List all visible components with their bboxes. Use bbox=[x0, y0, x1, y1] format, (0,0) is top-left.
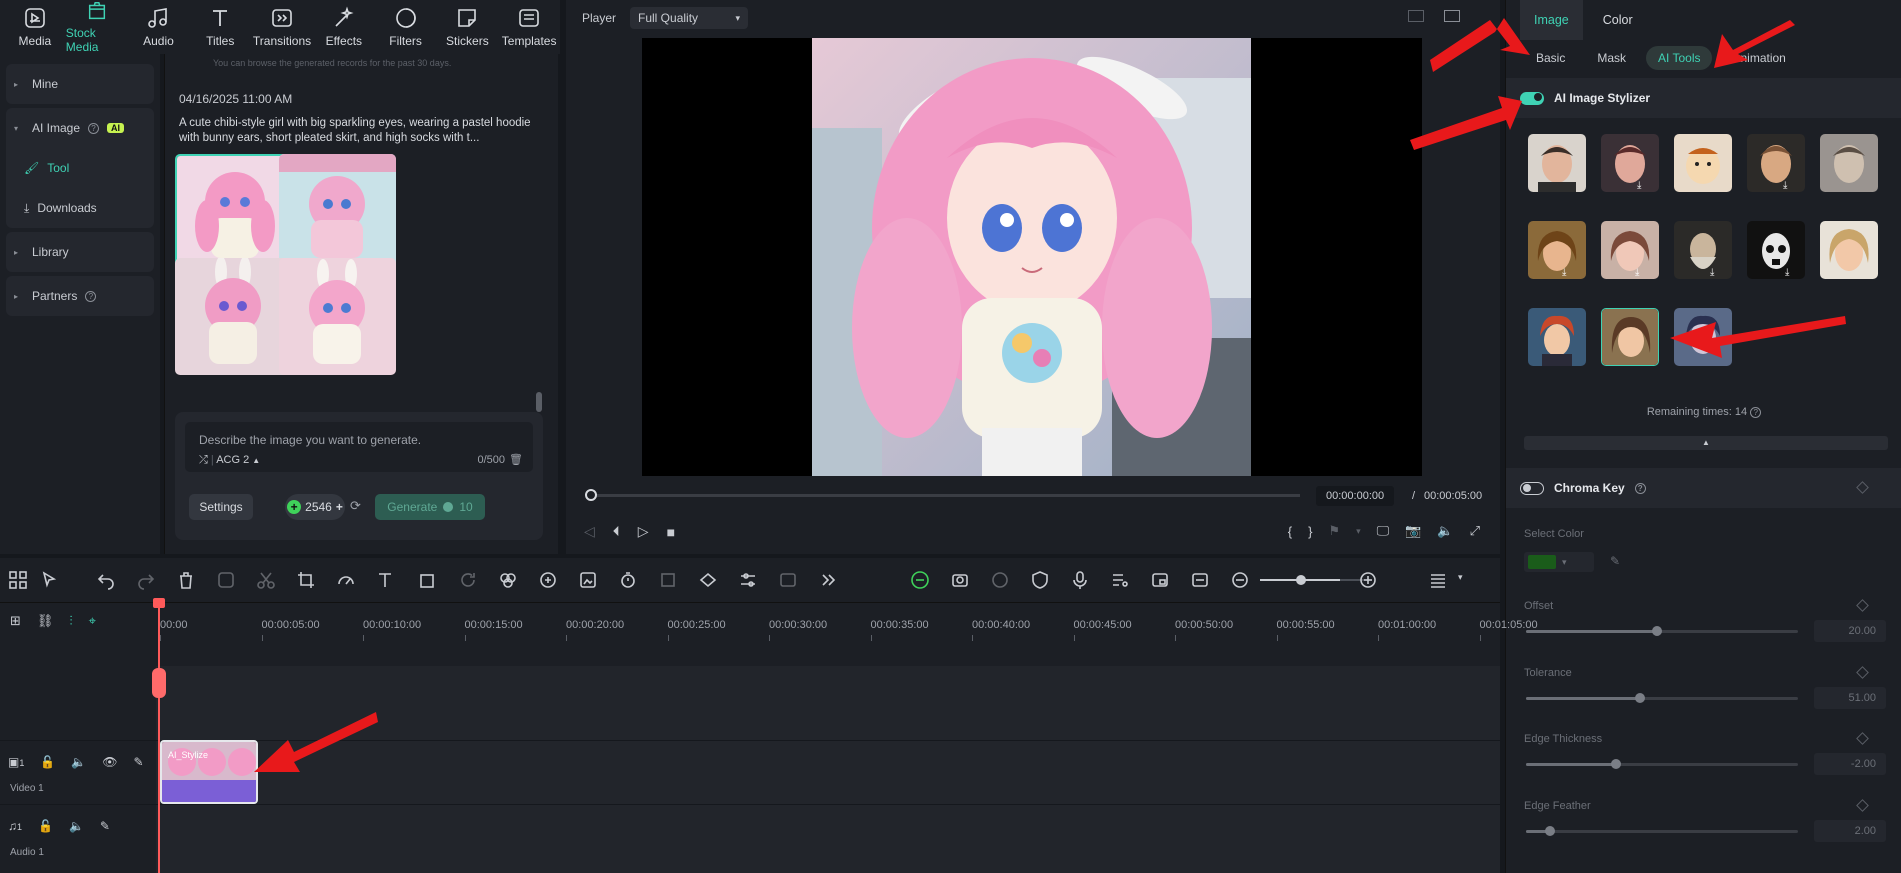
arrow-to-ai-tools bbox=[1714, 20, 1795, 68]
arrow-to-video-clip bbox=[254, 712, 378, 772]
arrow-to-stylizer-toggle bbox=[1410, 96, 1522, 150]
arrow-to-image-tab bbox=[1430, 18, 1530, 72]
arrow-to-style-tile bbox=[1670, 316, 1846, 358]
annotation-arrows bbox=[254, 18, 1846, 772]
